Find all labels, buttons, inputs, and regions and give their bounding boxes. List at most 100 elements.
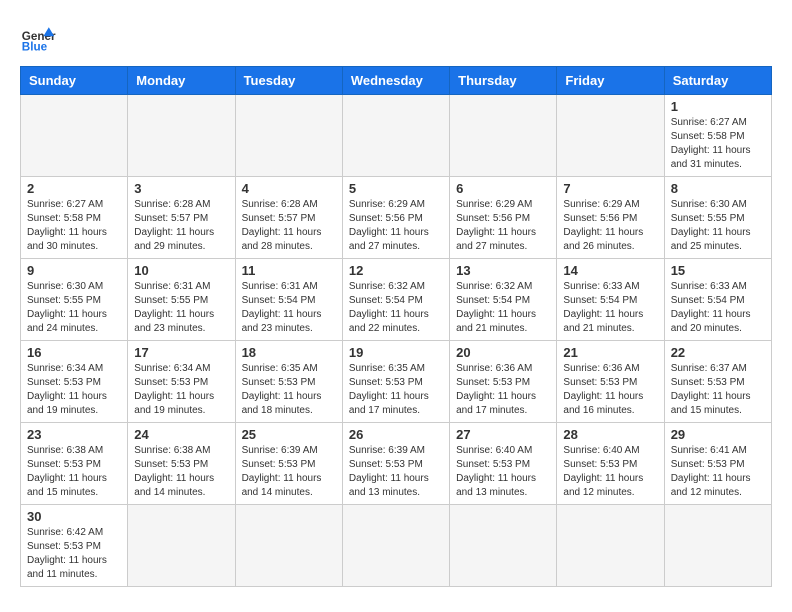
calendar-cell: 1 Sunrise: 6:27 AM Sunset: 5:58 PM Daylig…	[664, 95, 771, 177]
day-number: 21	[563, 345, 657, 360]
calendar-cell: 22Sunrise: 6:37 AM Sunset: 5:53 PM Dayli…	[664, 341, 771, 423]
day-number: 23	[27, 427, 121, 442]
logo: General Blue	[20, 20, 56, 56]
calendar-cell: 30 Sunrise: 6:42 AM Sunset: 5:53 PM Dayli…	[21, 505, 128, 587]
calendar-cell: 20Sunrise: 6:36 AM Sunset: 5:53 PM Dayli…	[450, 341, 557, 423]
day-info: Sunrise: 6:31 AM Sunset: 5:55 PM Dayligh…	[134, 280, 228, 336]
calendar-cell: 17Sunrise: 6:34 AM Sunset: 5:53 PM Dayli…	[128, 341, 235, 423]
day-number: 30	[27, 509, 121, 524]
calendar-cell: 27 Sunrise: 6:40 AM Sunset: 5:53 PM Dayli…	[450, 423, 557, 505]
day-number: 8	[671, 181, 765, 196]
calendar-cell	[235, 505, 342, 587]
calendar-cell: 18 Sunrise: 6:35 AM Sunset: 5:53 PM Dayli…	[235, 341, 342, 423]
calendar-cell: 2 Sunrise: 6:27 AM Sunset: 5:58 PM Daylig…	[21, 177, 128, 259]
calendar-cell: 9Sunrise: 6:30 AM Sunset: 5:55 PM Daylig…	[21, 259, 128, 341]
day-info: Sunrise: 6:29 AM Sunset: 5:56 PM Dayligh…	[563, 198, 657, 254]
day-header-tuesday: Tuesday	[235, 67, 342, 95]
calendar-cell: 10 Sunrise: 6:31 AM Sunset: 5:55 PM Dayli…	[128, 259, 235, 341]
calendar-cell: 14Sunrise: 6:33 AM Sunset: 5:54 PM Dayli…	[557, 259, 664, 341]
day-info: Sunrise: 6:27 AM Sunset: 5:58 PM Dayligh…	[671, 116, 765, 172]
day-info: Sunrise: 6:38 AM Sunset: 5:53 PM Dayligh…	[27, 444, 121, 500]
day-header-thursday: Thursday	[450, 67, 557, 95]
calendar-cell	[450, 95, 557, 177]
day-info: Sunrise: 6:35 AM Sunset: 5:53 PM Dayligh…	[242, 362, 336, 418]
logo-icon: General Blue	[20, 20, 56, 56]
calendar-cell: 3 Sunrise: 6:28 AM Sunset: 5:57 PM Daylig…	[128, 177, 235, 259]
calendar-cell: 13 Sunrise: 6:32 AM Sunset: 5:54 PM Dayli…	[450, 259, 557, 341]
calendar-week-row: 2 Sunrise: 6:27 AM Sunset: 5:58 PM Daylig…	[21, 177, 772, 259]
day-info: Sunrise: 6:34 AM Sunset: 5:53 PM Dayligh…	[27, 362, 121, 418]
day-number: 16	[27, 345, 121, 360]
day-info: Sunrise: 6:39 AM Sunset: 5:53 PM Dayligh…	[242, 444, 336, 500]
day-info: Sunrise: 6:38 AM Sunset: 5:53 PM Dayligh…	[134, 444, 228, 500]
calendar-cell	[342, 505, 449, 587]
day-info: Sunrise: 6:40 AM Sunset: 5:53 PM Dayligh…	[563, 444, 657, 500]
calendar-week-row: 1 Sunrise: 6:27 AM Sunset: 5:58 PM Daylig…	[21, 95, 772, 177]
day-info: Sunrise: 6:33 AM Sunset: 5:54 PM Dayligh…	[671, 280, 765, 336]
day-number: 25	[242, 427, 336, 442]
day-info: Sunrise: 6:33 AM Sunset: 5:54 PM Dayligh…	[563, 280, 657, 336]
day-info: Sunrise: 6:28 AM Sunset: 5:57 PM Dayligh…	[134, 198, 228, 254]
day-info: Sunrise: 6:28 AM Sunset: 5:57 PM Dayligh…	[242, 198, 336, 254]
calendar-cell	[128, 505, 235, 587]
day-header-sunday: Sunday	[21, 67, 128, 95]
day-info: Sunrise: 6:40 AM Sunset: 5:53 PM Dayligh…	[456, 444, 550, 500]
calendar-cell	[342, 95, 449, 177]
calendar-cell	[128, 95, 235, 177]
day-info: Sunrise: 6:34 AM Sunset: 5:53 PM Dayligh…	[134, 362, 228, 418]
day-number: 12	[349, 263, 443, 278]
calendar-cell: 26Sunrise: 6:39 AM Sunset: 5:53 PM Dayli…	[342, 423, 449, 505]
calendar-cell: 19 Sunrise: 6:35 AM Sunset: 5:53 PM Dayli…	[342, 341, 449, 423]
day-number: 3	[134, 181, 228, 196]
day-number: 2	[27, 181, 121, 196]
calendar-cell: 12Sunrise: 6:32 AM Sunset: 5:54 PM Dayli…	[342, 259, 449, 341]
calendar-table: SundayMondayTuesdayWednesdayThursdayFrid…	[20, 66, 772, 587]
day-number: 5	[349, 181, 443, 196]
calendar-cell: 16 Sunrise: 6:34 AM Sunset: 5:53 PM Dayli…	[21, 341, 128, 423]
day-info: Sunrise: 6:42 AM Sunset: 5:53 PM Dayligh…	[27, 526, 121, 582]
day-number: 10	[134, 263, 228, 278]
day-info: Sunrise: 6:31 AM Sunset: 5:54 PM Dayligh…	[242, 280, 336, 336]
day-number: 11	[242, 263, 336, 278]
day-header-saturday: Saturday	[664, 67, 771, 95]
calendar-cell: 7Sunrise: 6:29 AM Sunset: 5:56 PM Daylig…	[557, 177, 664, 259]
day-info: Sunrise: 6:36 AM Sunset: 5:53 PM Dayligh…	[563, 362, 657, 418]
calendar-week-row: 16 Sunrise: 6:34 AM Sunset: 5:53 PM Dayli…	[21, 341, 772, 423]
day-number: 6	[456, 181, 550, 196]
day-number: 13	[456, 263, 550, 278]
day-info: Sunrise: 6:30 AM Sunset: 5:55 PM Dayligh…	[671, 198, 765, 254]
calendar-cell: 4 Sunrise: 6:28 AM Sunset: 5:57 PM Daylig…	[235, 177, 342, 259]
page-header: General Blue	[20, 20, 772, 56]
calendar-header-row: SundayMondayTuesdayWednesdayThursdayFrid…	[21, 67, 772, 95]
day-header-monday: Monday	[128, 67, 235, 95]
calendar-cell	[21, 95, 128, 177]
day-info: Sunrise: 6:27 AM Sunset: 5:58 PM Dayligh…	[27, 198, 121, 254]
day-info: Sunrise: 6:41 AM Sunset: 5:53 PM Dayligh…	[671, 444, 765, 500]
day-number: 4	[242, 181, 336, 196]
calendar-cell	[664, 505, 771, 587]
day-info: Sunrise: 6:35 AM Sunset: 5:53 PM Dayligh…	[349, 362, 443, 418]
day-number: 29	[671, 427, 765, 442]
day-number: 22	[671, 345, 765, 360]
day-info: Sunrise: 6:29 AM Sunset: 5:56 PM Dayligh…	[349, 198, 443, 254]
day-number: 27	[456, 427, 550, 442]
calendar-cell	[557, 95, 664, 177]
day-number: 15	[671, 263, 765, 278]
day-info: Sunrise: 6:32 AM Sunset: 5:54 PM Dayligh…	[456, 280, 550, 336]
day-number: 26	[349, 427, 443, 442]
calendar-cell: 25 Sunrise: 6:39 AM Sunset: 5:53 PM Dayli…	[235, 423, 342, 505]
calendar-cell: 23 Sunrise: 6:38 AM Sunset: 5:53 PM Dayli…	[21, 423, 128, 505]
calendar-cell: 15 Sunrise: 6:33 AM Sunset: 5:54 PM Dayli…	[664, 259, 771, 341]
calendar-cell	[557, 505, 664, 587]
day-header-friday: Friday	[557, 67, 664, 95]
day-number: 20	[456, 345, 550, 360]
day-number: 28	[563, 427, 657, 442]
calendar-cell: 29 Sunrise: 6:41 AM Sunset: 5:53 PM Dayli…	[664, 423, 771, 505]
svg-text:Blue: Blue	[22, 41, 48, 54]
day-number: 1	[671, 99, 765, 114]
calendar-cell: 28 Sunrise: 6:40 AM Sunset: 5:53 PM Dayli…	[557, 423, 664, 505]
day-number: 18	[242, 345, 336, 360]
day-number: 19	[349, 345, 443, 360]
day-info: Sunrise: 6:29 AM Sunset: 5:56 PM Dayligh…	[456, 198, 550, 254]
calendar-cell: 24Sunrise: 6:38 AM Sunset: 5:53 PM Dayli…	[128, 423, 235, 505]
